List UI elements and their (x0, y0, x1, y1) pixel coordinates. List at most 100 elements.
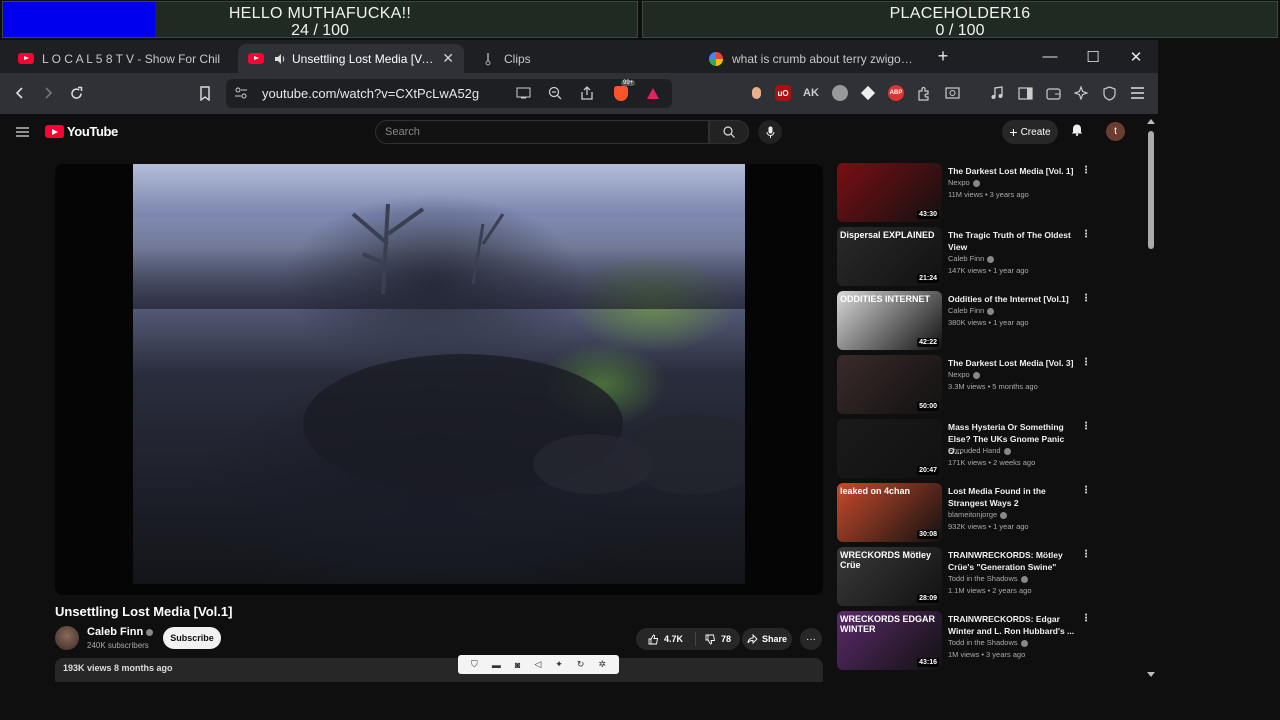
leo-ai-icon[interactable] (1070, 82, 1092, 104)
notifications-bell-icon[interactable] (1071, 123, 1083, 139)
recommendation-channel[interactable]: blameitonjorge (948, 510, 1008, 519)
recommendation-item[interactable]: Dispersal EXPLAINED 21:24 The Tragic Truth… (837, 227, 1097, 287)
adblock-plus-icon[interactable]: ABP (888, 85, 904, 101)
wallet-icon[interactable] (1042, 82, 1064, 104)
recommendation-thumbnail[interactable]: 20:47 (837, 419, 942, 478)
recommendation-thumbnail[interactable]: WRECKORDS EDGAR WINTER 43:16 (837, 611, 942, 670)
ublock-origin-icon[interactable]: uO (775, 85, 791, 101)
recommendation-channel[interactable]: Caleb Finn (948, 306, 995, 315)
loop-icon[interactable]: ↻ (577, 659, 585, 670)
tab-unsettling-lost-media[interactable]: Unsettling Lost Media [Vol.1] ✕ (238, 44, 464, 73)
cast-icon[interactable] (512, 82, 534, 104)
clapper-icon[interactable]: ▬ (492, 660, 501, 670)
account-avatar[interactable]: t (1106, 122, 1125, 141)
volume-icon[interactable]: ◁ (534, 659, 541, 670)
recommendation-title[interactable]: The Tragic Truth of The Oldest View (948, 229, 1076, 253)
recommendation-title[interactable]: The Darkest Lost Media [Vol. 1] (948, 165, 1076, 177)
recommendation-title[interactable]: The Darkest Lost Media [Vol. 3] (948, 357, 1076, 369)
more-options-icon[interactable]: ⋮ (1081, 421, 1091, 432)
recommendation-item[interactable]: WRECKORDS EDGAR WINTER 43:16 TRAINWRECKORD… (837, 611, 1097, 671)
recommendation-item[interactable]: leaked on 4chan 30:08 Lost Media Found in … (837, 483, 1097, 543)
extension-icon[interactable] (748, 85, 764, 101)
share-page-icon[interactable] (576, 82, 598, 104)
recommendation-item[interactable]: WRECKORDS Mötley Crüe 28:09 TRAINWRECKORDS… (837, 547, 1097, 607)
page-scrollbar[interactable] (1146, 119, 1156, 677)
forward-icon[interactable] (37, 82, 59, 104)
more-options-icon[interactable]: ⋮ (1081, 613, 1091, 624)
screenshot-extension-icon[interactable] (941, 82, 963, 104)
like-button[interactable]: 4.7K (636, 632, 696, 646)
recommendation-title[interactable]: TRAINWRECKORDS: Edgar Winter and L. Ron … (948, 613, 1076, 637)
tab-close-icon[interactable]: ✕ (442, 50, 454, 67)
window-close-icon[interactable]: ✕ (1114, 40, 1158, 73)
scroll-down-arrow-icon[interactable] (1147, 672, 1155, 677)
more-options-icon[interactable]: ⋮ (1081, 485, 1091, 496)
share-button[interactable]: Share (742, 628, 792, 650)
site-settings-icon[interactable] (230, 82, 252, 104)
media-music-icon[interactable] (986, 82, 1008, 104)
bookmark-icon[interactable] (194, 82, 216, 104)
recommendation-thumbnail[interactable]: leaked on 4chan 30:08 (837, 483, 942, 542)
channel-avatar[interactable] (55, 626, 79, 650)
address-bar[interactable]: youtube.com/watch?v=CXtPcLwA52g 99+ (226, 79, 672, 108)
new-tab-icon[interactable]: + (921, 40, 965, 73)
more-options-icon[interactable]: ⋮ (1081, 229, 1091, 240)
speaker-icon[interactable] (272, 51, 288, 67)
back-icon[interactable] (9, 82, 31, 104)
recommendation-thumbnail[interactable]: ODDITIES INTERNET 42:22 (837, 291, 942, 350)
more-options-icon[interactable]: ⋮ (1081, 357, 1091, 368)
sidebar-icon[interactable] (1014, 82, 1036, 104)
extension-circle-icon[interactable] (832, 85, 848, 101)
brave-shields-icon[interactable]: 99+ (610, 80, 636, 104)
recommendation-item[interactable]: 43:30 The Darkest Lost Media [Vol. 1] Nexp… (837, 163, 1097, 223)
search-input[interactable]: Search (375, 120, 709, 144)
description-box[interactable]: 193K views 8 months ago (55, 658, 823, 682)
channel-name[interactable]: Caleb Finn (87, 626, 154, 638)
camera-icon[interactable]: ◙ (515, 660, 520, 670)
recommendation-channel[interactable]: Todd in the Shadows (948, 574, 1028, 583)
vpn-shield-icon[interactable] (1098, 82, 1120, 104)
shield-icon[interactable]: ⛉ (471, 659, 478, 670)
brave-rewards-icon[interactable] (642, 82, 664, 104)
recommendation-channel[interactable]: Caleb Finn (948, 254, 995, 263)
dislike-button[interactable]: 78 (696, 634, 740, 645)
recommendation-title[interactable]: TRAINWRECKORDS: Mötley Crüe's "Generatio… (948, 549, 1076, 573)
extensions-puzzle-icon[interactable] (913, 82, 935, 104)
more-options-icon[interactable]: ⋮ (1081, 293, 1091, 304)
recommendation-channel[interactable]: Nexpo (948, 370, 980, 379)
maximize-icon[interactable]: ☐ (1071, 40, 1115, 73)
search-button[interactable] (709, 120, 749, 144)
scrollbar-thumb[interactable] (1148, 131, 1154, 249)
tab-clips[interactable]: Clips (470, 44, 696, 73)
ak-extension-icon[interactable]: AK (803, 85, 819, 101)
scroll-up-arrow-icon[interactable] (1147, 119, 1155, 124)
video-player[interactable] (55, 164, 823, 595)
guide-menu-icon[interactable] (11, 121, 33, 143)
extension-diamond-icon[interactable] (860, 85, 876, 101)
recommendation-title[interactable]: Oddities of the Internet [Vol.1] (948, 293, 1076, 305)
menu-hamburger-icon[interactable] (1126, 82, 1148, 104)
settings-gear-icon[interactable]: ✲ (598, 659, 606, 670)
tab-google-search[interactable]: what is crumb about terry zwigoff fil (698, 44, 924, 73)
recommendation-channel[interactable]: Shrouded Hand (948, 446, 1011, 455)
voice-search-icon[interactable] (758, 120, 782, 144)
more-options-icon[interactable]: ⋮ (1081, 165, 1091, 176)
recommendation-channel[interactable]: Nexpo (948, 178, 980, 187)
recommendation-thumbnail[interactable]: 50:00 (837, 355, 942, 414)
recommendation-thumbnail[interactable]: Dispersal EXPLAINED 21:24 (837, 227, 942, 286)
more-actions-icon[interactable]: ··· (800, 628, 822, 650)
create-button[interactable]: + Create (1002, 120, 1058, 144)
subscribe-button[interactable]: Subscribe (163, 627, 221, 649)
recommendation-item[interactable]: ODDITIES INTERNET 42:22 Oddities of the In… (837, 291, 1097, 351)
recommendation-title[interactable]: Lost Media Found in the Strangest Ways 2 (948, 485, 1076, 509)
zoom-icon[interactable] (544, 82, 566, 104)
recommendation-thumbnail[interactable]: 43:30 (837, 163, 942, 222)
recommendation-channel[interactable]: Todd in the Shadows (948, 638, 1028, 647)
pin-icon[interactable]: ✦ (555, 659, 563, 670)
minimize-icon[interactable]: — (1028, 40, 1072, 73)
youtube-logo[interactable]: YouTube (45, 124, 118, 139)
recommendation-item[interactable]: 50:00 The Darkest Lost Media [Vol. 3] Nexp… (837, 355, 1097, 415)
more-options-icon[interactable]: ⋮ (1081, 549, 1091, 560)
tab-local58tv[interactable]: L O C A L 5 8 T V - Show For Chil (8, 44, 234, 73)
reload-icon[interactable] (65, 82, 87, 104)
